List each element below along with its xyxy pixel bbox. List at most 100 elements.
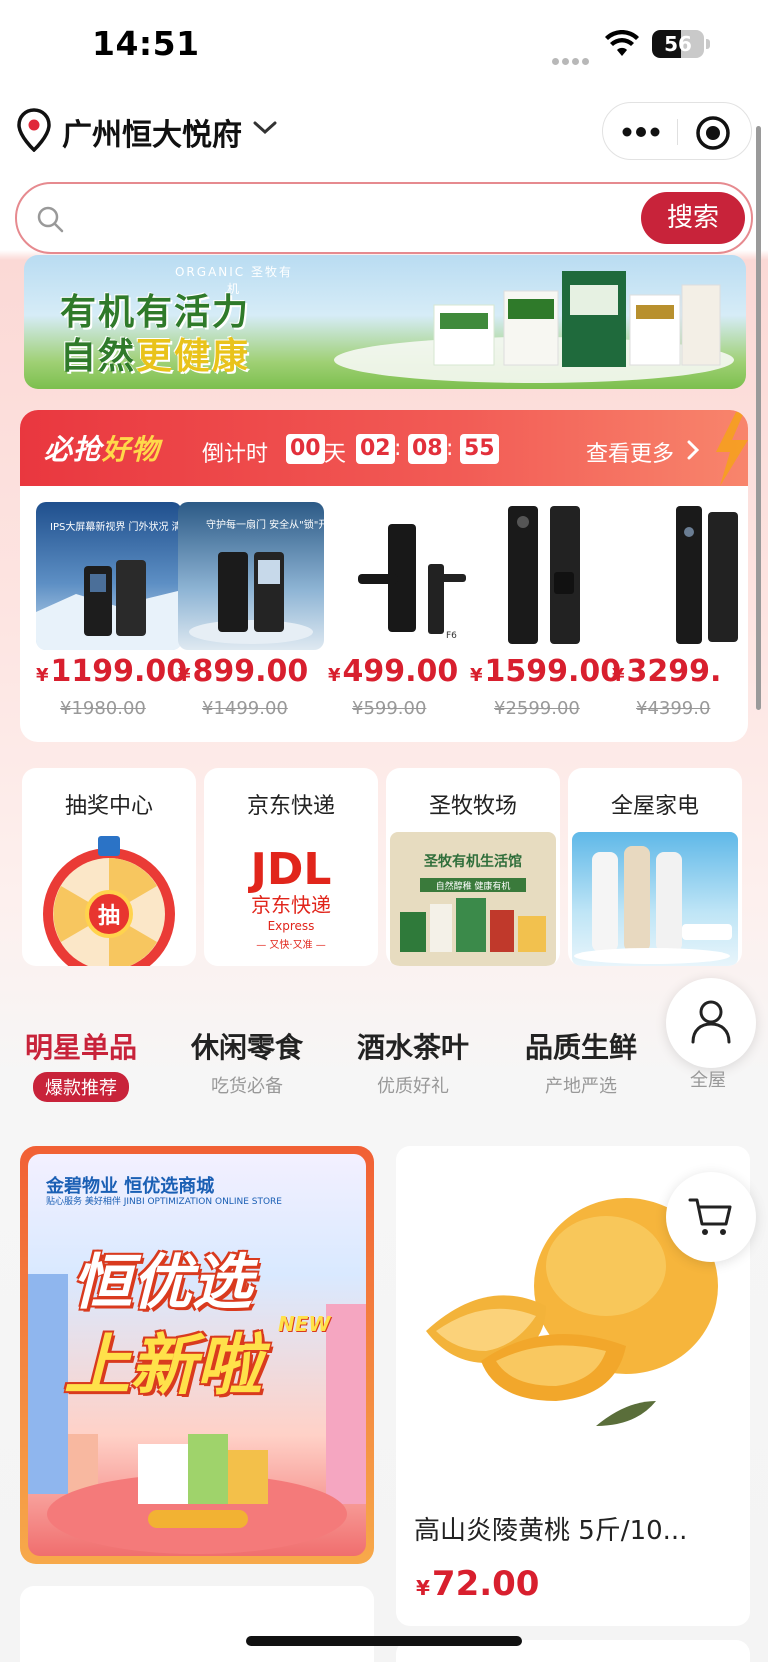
tile-title: 圣牧牧场 <box>428 794 517 819</box>
product-price: ¥72.00 <box>416 1564 540 1604</box>
tab-label: 酒水茶叶 <box>356 1031 469 1064</box>
original-price: ¥2599.00 <box>494 698 580 719</box>
image-caption: 守护每一扇门 安全从"锁"开始 <box>206 518 324 531</box>
countdown-minutes: 08 <box>408 434 447 464</box>
cart-icon <box>688 1198 732 1235</box>
original-price: ¥4399.0 <box>636 698 711 719</box>
product-image: IPS大屏幕新视界 门外状况 清晰可见 <box>36 502 182 650</box>
flash-sale-section: 必抢好物 倒计时 00 天 02 : 08 : 55 查看更多 IPS大屏幕新视… <box>20 410 748 742</box>
svg-text:自然醇稚 健康有机: 自然醇稚 健康有机 <box>436 880 511 892</box>
promo-banner: 金碧物业 恒优选商城 贴心服务 美好相伴 JINBI OPTIMIZATION … <box>28 1154 366 1556</box>
lightning-icon <box>716 412 748 486</box>
tab-subtitle: 优质好礼 <box>377 1076 449 1097</box>
jdl-logo: JDL 京东快递 Express — 又快·又准 — <box>208 832 374 966</box>
tab-subtitle: 产地严选 <box>545 1076 617 1097</box>
promo-subtitle: 贴心服务 美好相伴 JINBI OPTIMIZATION ONLINE STOR… <box>46 1197 282 1207</box>
tile-shengmu-ranch[interactable]: 圣牧牧场 圣牧有机生活馆 自然醇稚 健康有机 <box>386 768 560 966</box>
promo-headline: 恒优选 <box>72 1248 252 1318</box>
tile-lottery-center[interactable]: 抽奖中心 抽 <box>22 768 196 966</box>
tab-badge: 爆款推荐 <box>33 1072 129 1102</box>
flash-sale-item[interactable]: IPS大屏幕新视界 门外状况 清晰可见 ¥1199.00 ¥1980.00 <box>34 502 188 732</box>
countdown-seconds: 55 <box>460 434 499 464</box>
milk-products-image <box>433 271 721 367</box>
signal-icon <box>552 50 592 65</box>
flash-sale-price: ¥499.00 <box>328 654 459 689</box>
flash-sale-header: 必抢好物 倒计时 00 天 02 : 08 : 55 查看更多 <box>20 410 748 486</box>
home-indicator <box>246 1636 522 1646</box>
battery-icon: 56 <box>652 30 710 58</box>
hero-subheadline: 自然更健康 <box>60 336 251 377</box>
promo-subheadline: 上新啦 <box>64 1327 262 1404</box>
countdown-days: 00 <box>286 434 325 464</box>
tab-subtitle: 全屋 <box>690 1070 726 1091</box>
status-time: 14:51 <box>92 24 200 63</box>
tile-title: 全屋家电 <box>610 794 699 819</box>
image-caption: IPS大屏幕新视界 门外状况 清晰可见 <box>50 520 182 533</box>
header: 广州恒大悦府 <box>0 96 768 166</box>
flash-sale-product-list[interactable]: IPS大屏幕新视界 门外状况 清晰可见 ¥1199.00 ¥1980.00 守护… <box>34 502 748 732</box>
battery-level: 56 <box>664 32 692 56</box>
countdown-label: 倒计时 <box>202 442 269 467</box>
flash-sale-item[interactable]: 守护每一扇门 安全从"锁"开始 ¥899.00 ¥1499.00 <box>176 502 326 732</box>
flash-sale-price: ¥1199.00 <box>36 654 188 689</box>
svg-text:— 又快·又准 —: — 又快·又准 — <box>256 939 326 951</box>
search-icon <box>37 206 64 233</box>
cart-float-button[interactable] <box>666 1172 756 1262</box>
target-icon[interactable] <box>695 115 731 151</box>
svg-text:JDL: JDL <box>248 844 332 895</box>
original-price: ¥599.00 <box>352 698 427 719</box>
product-image <box>470 502 616 650</box>
flash-sale-price: ¥899.00 <box>178 654 309 689</box>
chevron-down-icon[interactable] <box>252 118 278 138</box>
svg-text:京东快递: 京东快递 <box>251 893 331 917</box>
product-card[interactable] <box>20 1586 374 1662</box>
search-input[interactable] <box>77 198 637 238</box>
hero-banner[interactable]: ORGANIC 圣牧有机 有机有活力 自然更健康 <box>24 255 746 389</box>
flash-sale-price: ¥1599.00 <box>470 654 622 689</box>
lottery-glyph: 抽 <box>98 904 120 929</box>
svg-text:圣牧有机生活馆: 圣牧有机生活馆 <box>423 853 522 870</box>
search-button[interactable]: 搜索 <box>641 192 745 244</box>
tile-title: 抽奖中心 <box>64 794 153 819</box>
capsule-divider <box>677 119 678 145</box>
more-icon[interactable] <box>621 123 661 141</box>
product-image: 守护每一扇门 安全从"锁"开始 <box>178 502 324 650</box>
countdown-separator: : <box>394 436 402 461</box>
tile-home-appliances[interactable]: 全屋家电 <box>568 768 742 966</box>
promo-banner-card[interactable]: 金碧物业 恒优选商城 贴心服务 美好相伴 JINBI OPTIMIZATION … <box>20 1146 374 1564</box>
tab-snacks[interactable]: 休闲零食 吃货必备 <box>172 1026 322 1097</box>
flash-sale-title: 必抢好物 <box>44 433 161 466</box>
wifi-icon <box>605 30 639 56</box>
status-bar: 14:51 56 <box>0 0 768 90</box>
flash-sale-item[interactable]: ¥1599.00 ¥2599.00 <box>468 502 622 732</box>
tile-title: 京东快递 <box>246 794 335 819</box>
location-name[interactable]: 广州恒大悦府 <box>62 110 242 154</box>
location-pin-icon[interactable] <box>16 108 52 152</box>
tab-star-products[interactable]: 明星单品 爆款推荐 <box>6 1026 156 1102</box>
tile-jd-express[interactable]: 京东快递 JDL 京东快递 Express — 又快·又准 — <box>204 768 378 966</box>
countdown-separator: : <box>446 436 454 461</box>
scrollbar[interactable] <box>756 126 761 710</box>
countdown-hours: 02 <box>356 434 395 464</box>
image-caption: F6 <box>446 631 457 641</box>
appliances-image <box>572 832 738 966</box>
chevron-right-icon[interactable] <box>686 440 700 460</box>
tab-fresh-produce[interactable]: 品质生鲜 产地严选 <box>506 1026 656 1097</box>
tab-label: 明星单品 <box>24 1031 137 1064</box>
product-name: 高山炎陵黄桃 5斤/10... <box>414 1516 688 1546</box>
flash-sale-price: ¥3299. <box>612 654 722 689</box>
lottery-wheel-image: 抽 <box>26 832 192 966</box>
new-tag: NEW <box>278 1312 331 1336</box>
product-image <box>612 502 748 650</box>
tab-label: 品质生鲜 <box>524 1031 637 1064</box>
mini-program-capsule <box>602 102 752 160</box>
tab-label: 休闲零食 <box>190 1031 303 1064</box>
original-price: ¥1980.00 <box>60 698 146 719</box>
tab-drinks-tea[interactable]: 酒水茶叶 优质好礼 <box>338 1026 488 1097</box>
flash-sale-item[interactable]: F6 ¥499.00 ¥599.00 <box>326 502 476 732</box>
tab-whole-house[interactable]: 全屋 <box>690 1026 768 1096</box>
tab-subtitle: 吃货必备 <box>211 1076 283 1097</box>
flash-sale-item[interactable]: ¥3299. ¥4399.0 <box>610 502 748 732</box>
view-more-link[interactable]: 查看更多 <box>586 436 674 468</box>
svg-text:Express: Express <box>268 919 315 933</box>
